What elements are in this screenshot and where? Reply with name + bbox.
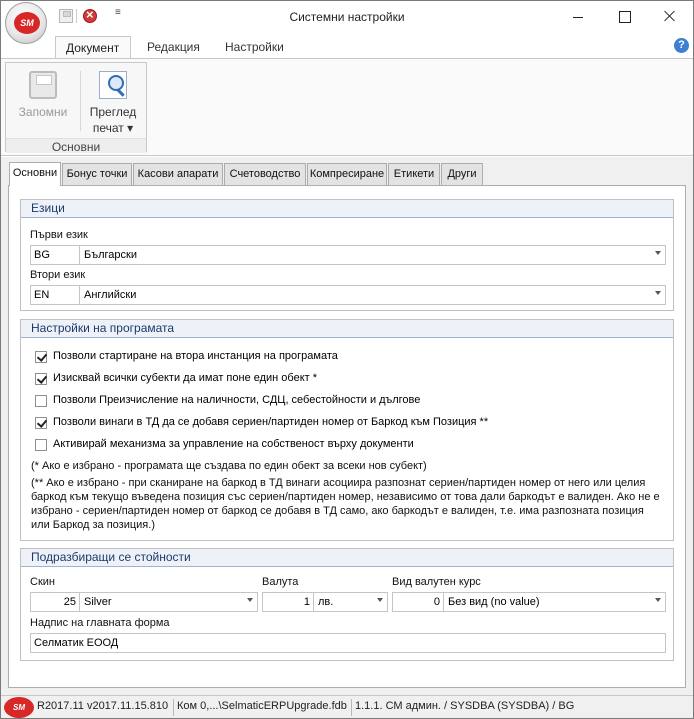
ribbon-tab-edit[interactable]: Редакция	[137, 36, 210, 59]
tab-compression[interactable]: Компресиране	[307, 163, 387, 185]
note-double-asterisk-line-4: или Баркод за позиция.)	[31, 519, 155, 531]
app-logo[interactable]: SM	[5, 2, 47, 44]
checkbox-label: Позволи Преизчисление на наличности, СДЦ…	[53, 394, 421, 406]
skin-label: Скин	[30, 576, 55, 588]
second-language-select[interactable]: EN Английски	[30, 285, 666, 305]
defaults-group: Подразбиращи се стойности Скин 25 Silver…	[20, 548, 674, 661]
chevron-down-icon	[655, 251, 661, 255]
ribbon-tab-bar: Документ Редакция Настройки ?	[1, 35, 693, 59]
currency-select[interactable]: 1 лв.	[262, 592, 388, 612]
tab-accounting[interactable]: Счетоводство	[224, 163, 306, 185]
currency-number: 1	[263, 593, 314, 611]
checkbox-label: Позволи стартиране на втора инстанция на…	[53, 350, 338, 362]
checkbox[interactable]	[35, 395, 47, 407]
rate-type-value: Без вид (no value)	[448, 596, 540, 608]
status-separator	[173, 699, 174, 716]
checkbox-label: Активирай механизма за управление на соб…	[53, 438, 414, 450]
tab-page-main: Езици Първи език BG Български Втори език…	[8, 185, 686, 688]
checkbox[interactable]	[35, 439, 47, 451]
print-preview-button[interactable]: Преглед печат ▾	[82, 63, 144, 137]
print-preview-icon	[99, 71, 127, 99]
close-button[interactable]	[647, 1, 693, 33]
status-bar: SM R2017.11 v2017.11.15.810 Ком 0,...\Se…	[1, 695, 693, 718]
ribbon-group-main: Запомни Преглед печат ▾ Основни	[5, 62, 147, 154]
rate-type-select[interactable]: 0 Без вид (no value)	[392, 592, 666, 612]
second-language-value: Английски	[84, 289, 137, 301]
rate-type-number: 0	[393, 593, 444, 611]
status-separator	[351, 699, 352, 716]
second-language-code: EN	[31, 286, 80, 304]
save-button[interactable]: Запомни	[10, 63, 76, 137]
tab-main[interactable]: Основни	[9, 162, 61, 186]
status-version: R2017.11 v2017.11.15.810	[37, 700, 169, 712]
app-logo-text: SM	[14, 12, 40, 34]
defaults-header: Подразбиращи се стойности	[21, 549, 673, 567]
minimize-button[interactable]	[555, 1, 601, 33]
settings-window: ≡ Системни настройки SM Документ Редакци…	[0, 0, 694, 719]
languages-header: Езици	[21, 200, 673, 218]
main-form-caption-input[interactable]: Селматик ЕООД	[30, 633, 666, 653]
main-form-caption-value: Селматик ЕООД	[34, 637, 119, 649]
chevron-down-icon	[377, 598, 383, 602]
main-form-caption-label: Надпис на главната форма	[30, 617, 170, 629]
ribbon-group-label: Основни	[6, 138, 146, 154]
ribbon-tab-document[interactable]: Документ	[55, 36, 131, 59]
print-preview-label-2: печат ▾	[92, 121, 134, 135]
chevron-down-icon	[655, 291, 661, 295]
ribbon-tab-settings[interactable]: Настройки	[215, 36, 294, 59]
tab-other[interactable]: Други	[441, 163, 483, 185]
skin-value: Silver	[84, 596, 112, 608]
status-user: 1.1.1. СМ админ. / SYSDBA (SYSDBA) / BG	[355, 700, 575, 712]
tab-labels[interactable]: Етикети	[388, 163, 440, 185]
first-language-value: Български	[84, 249, 137, 261]
currency-value: лв.	[318, 596, 334, 608]
first-language-code: BG	[31, 246, 80, 264]
checkbox[interactable]	[35, 351, 47, 363]
help-icon[interactable]: ?	[674, 38, 689, 53]
program-settings-group: Настройки на програмата Позволи стартира…	[20, 319, 674, 541]
status-database: Ком 0,...\SelmaticERPUpgrade.fdb	[177, 700, 347, 712]
first-language-select[interactable]: BG Български	[30, 245, 666, 265]
title-bar: ≡ Системни настройки	[1, 1, 693, 35]
tab-bonus-points[interactable]: Бонус точки	[62, 163, 132, 185]
checkbox[interactable]	[35, 373, 47, 385]
print-preview-label-1: Преглед	[89, 105, 137, 119]
skin-number: 25	[31, 593, 80, 611]
note-double-asterisk-line-2: баркод към текущо въведена позиция със с…	[31, 491, 660, 503]
maximize-button[interactable]	[601, 1, 647, 33]
program-settings-header: Настройки на програмата	[21, 320, 673, 338]
save-icon	[29, 71, 57, 99]
checkbox[interactable]	[35, 417, 47, 429]
ribbon-panel: Запомни Преглед печат ▾ Основни	[1, 58, 693, 156]
chevron-down-icon	[655, 598, 661, 602]
note-double-asterisk-line-1: (** Ако е избрано - при сканиране на бар…	[31, 477, 646, 489]
content-area: Основни Бонус точки Касови апарати Счето…	[1, 157, 693, 695]
currency-label: Валута	[262, 576, 299, 588]
rate-type-label: Вид валутен курс	[392, 576, 481, 588]
checkbox-label: Изисквай всички субекти да имат поне еди…	[53, 372, 318, 384]
checkbox-label: Позволи винаги в ТД да се добавя сериен/…	[53, 416, 489, 428]
note-single-asterisk: (* Ако е избрано - програмата ще създава…	[31, 460, 427, 472]
ribbon-separator	[80, 71, 81, 131]
skin-select[interactable]: 25 Silver	[30, 592, 258, 612]
note-double-asterisk-line-3: избрано - сериен/партиден номер от барко…	[31, 505, 644, 517]
save-button-label: Запомни	[18, 105, 68, 119]
tab-cash-registers[interactable]: Касови апарати	[133, 163, 223, 185]
second-language-label: Втори език	[30, 269, 86, 281]
first-language-label: Първи език	[30, 229, 88, 241]
chevron-down-icon	[247, 598, 253, 602]
languages-group: Езици Първи език BG Български Втори език…	[20, 199, 674, 311]
status-logo-icon: SM	[4, 697, 34, 718]
